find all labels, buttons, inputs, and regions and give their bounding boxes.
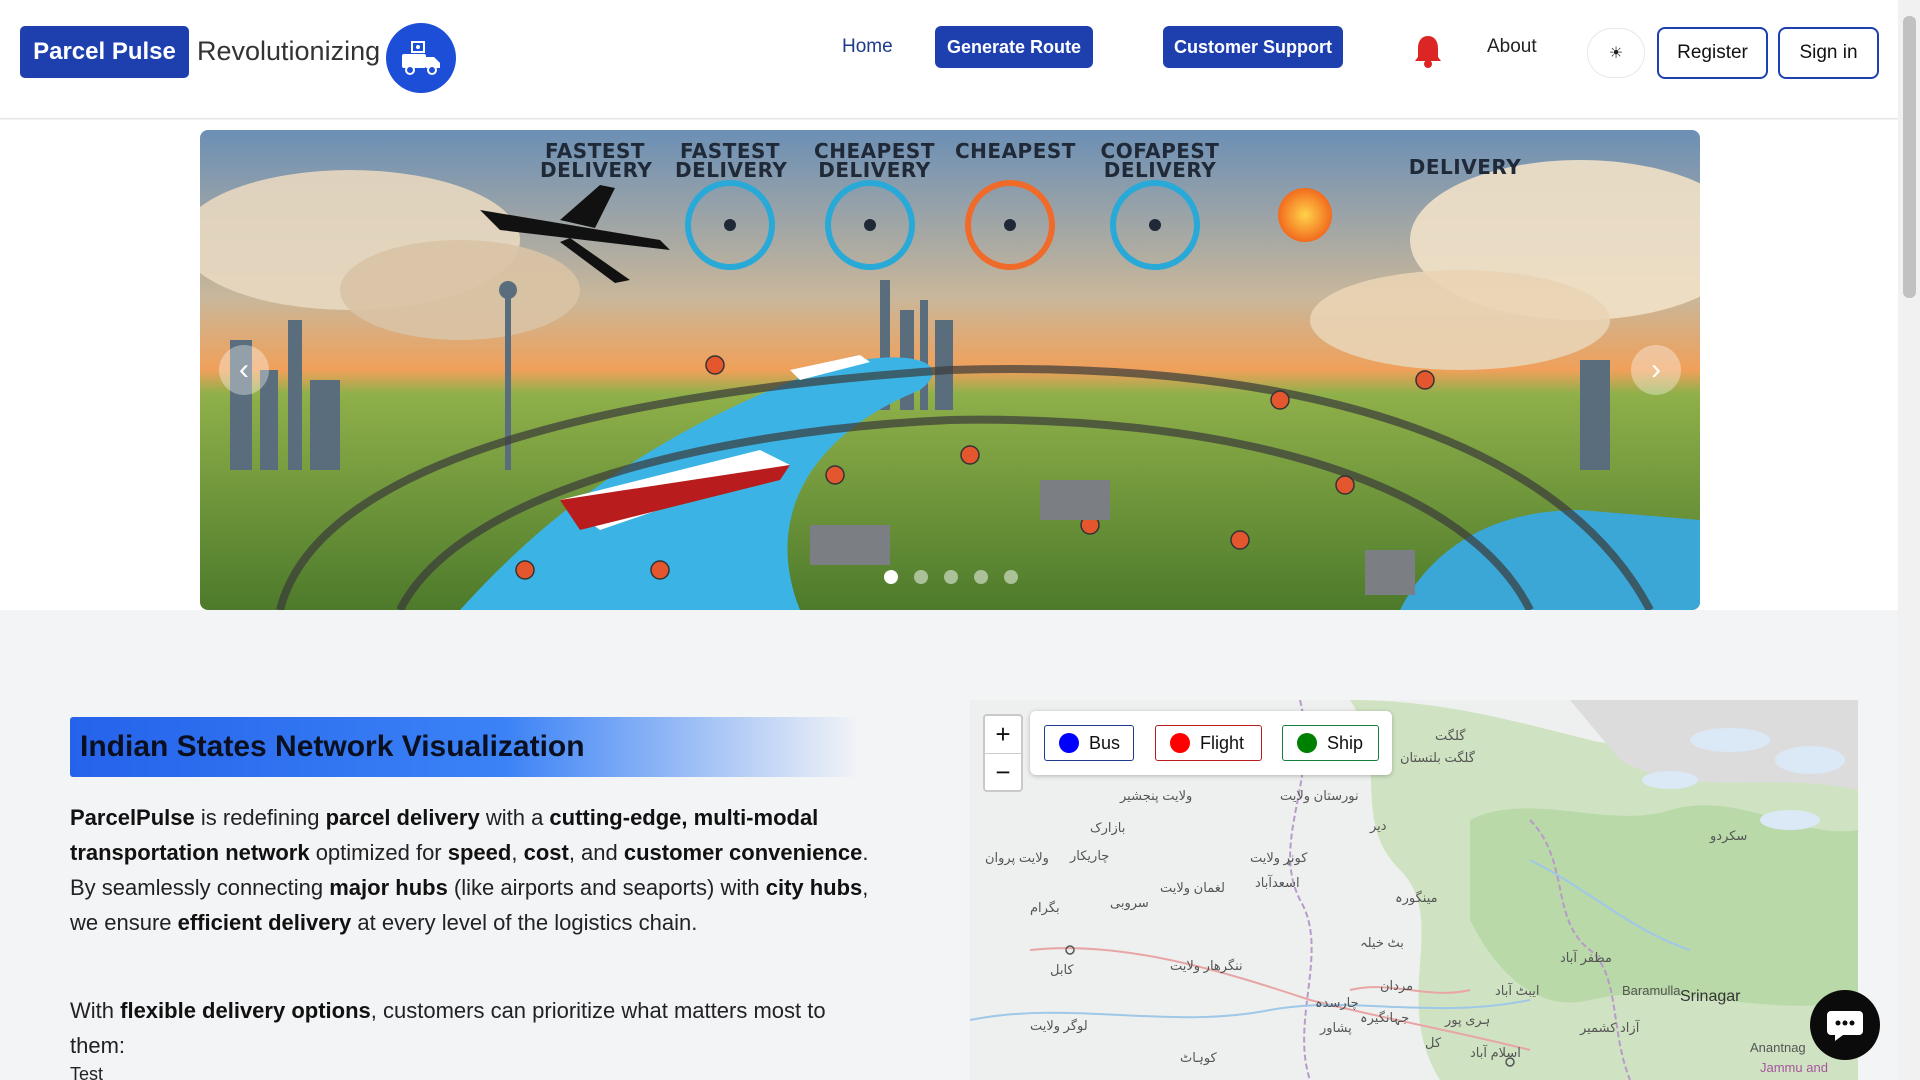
zoom-out-button[interactable]: −: [985, 753, 1021, 790]
map-place-label: مردان: [1380, 978, 1414, 993]
map-place-label: اسعدآباد: [1255, 875, 1300, 890]
text: optimized for: [309, 840, 448, 865]
hero-label: CHEAPEST: [955, 139, 1076, 163]
text: ,: [511, 840, 524, 865]
text: major hubs: [329, 875, 448, 900]
carousel-indicator-4[interactable]: [974, 570, 988, 584]
carousel-indicator-3[interactable]: [944, 570, 958, 584]
map-place-label: مینگورہ: [1395, 890, 1438, 905]
legend-ship-button[interactable]: Ship: [1282, 725, 1379, 761]
nav-about-link[interactable]: About: [1487, 36, 1537, 58]
map-place-label: بٹ خیلہ: [1360, 935, 1404, 950]
map-place-label: کل: [1425, 1035, 1442, 1050]
test-text: Test: [70, 1064, 104, 1080]
sign-in-button[interactable]: Sign in: [1778, 27, 1879, 79]
hero-label: COFAPEST DELIVERY: [1100, 139, 1220, 182]
text: efficient delivery: [177, 910, 352, 935]
map-place-label: ایبٹ آباد: [1495, 983, 1540, 998]
map-place-label: گلگت: [1435, 728, 1466, 743]
section-title: Indian States Network Visualization: [70, 717, 860, 777]
text: at every level of the logistics chain.: [351, 910, 698, 935]
legend-label: Ship: [1327, 732, 1364, 753]
delivery-truck-icon: [386, 23, 456, 93]
text: cost: [523, 840, 569, 865]
text: flexible delivery options: [120, 998, 371, 1023]
text: is redefining: [194, 805, 326, 830]
map-place-label: Jammu and: [1760, 1060, 1828, 1075]
options-paragraph: With flexible delivery options, customer…: [70, 993, 870, 1063]
scrollbar-thumb[interactable]: [1903, 16, 1916, 298]
text: (like airports and seaports) with: [447, 875, 766, 900]
register-button[interactable]: Register: [1657, 27, 1768, 79]
map-place-label: آزاد کشمیر: [1580, 1020, 1640, 1035]
hero-carousel-image: [200, 130, 1700, 610]
hero-label: FASTEST DELIVERY: [540, 139, 653, 182]
map-place-label: کونړ ولایت: [1250, 850, 1308, 865]
text: ParcelPulse: [70, 805, 195, 830]
notification-bell-icon[interactable]: [1413, 33, 1443, 74]
map-place-label: کوہاٹ: [1180, 1050, 1217, 1065]
chat-icon[interactable]: [1810, 990, 1880, 1060]
carousel-next-button[interactable]: ›: [1631, 345, 1681, 395]
map-place-label: چاریکار: [1070, 848, 1110, 863]
carousel-indicator-1[interactable]: [884, 570, 898, 584]
legend-flight-button[interactable]: Flight: [1155, 725, 1262, 761]
hero-label: CHEAPEST DELIVERY: [814, 139, 935, 182]
map-zoom-control: + −: [983, 714, 1023, 792]
map-place-label: گلگت بلتستان: [1400, 750, 1475, 765]
text: With: [70, 998, 121, 1023]
text: with a: [479, 805, 550, 830]
text: speed: [447, 840, 512, 865]
map-place-label: Anantnag: [1750, 1040, 1806, 1055]
legend-label: Bus: [1089, 732, 1121, 753]
zoom-in-button[interactable]: +: [985, 716, 1021, 753]
bus-color-dot: [1059, 733, 1079, 753]
text: city hubs: [765, 875, 863, 900]
map-place-label: چارسدہ: [1315, 995, 1359, 1010]
map-place-label: ولایت پروان: [985, 850, 1049, 865]
map-place-label: بازارک: [1090, 820, 1126, 835]
map-place-label: مظفر آباد: [1560, 950, 1612, 965]
customer-support-button[interactable]: Customer Support: [1163, 26, 1343, 68]
map-place-label: لغمان ولایت: [1160, 880, 1225, 895]
generate-route-button[interactable]: Generate Route: [935, 26, 1093, 68]
text: customer convenience: [623, 840, 863, 865]
legend-bus-button[interactable]: Bus: [1044, 725, 1134, 761]
flight-color-dot: [1170, 733, 1190, 753]
map-place-label: اسلام آباد: [1470, 1045, 1521, 1060]
carousel-prev-button[interactable]: ‹: [219, 345, 269, 395]
theme-toggle-icon[interactable]: ☀: [1587, 28, 1645, 78]
map-place-label: پشاور: [1320, 1020, 1352, 1035]
hero-label: FASTEST DELIVERY: [675, 139, 788, 182]
map-place-label: ہری پور: [1445, 1012, 1491, 1027]
map-place-label: بگرام: [1030, 900, 1060, 915]
transport-legend: Bus Flight Ship: [1030, 711, 1392, 775]
map-place-label: ولایت پنجشیر: [1120, 788, 1193, 803]
map-place-label: Baramulla: [1622, 983, 1681, 998]
carousel-indicator-5[interactable]: [1004, 570, 1018, 584]
map-place-label: ننگرهار ولایت: [1170, 958, 1243, 973]
text: parcel delivery: [325, 805, 480, 830]
map-place-label: سروبی: [1110, 895, 1149, 910]
legend-label: Flight: [1200, 732, 1245, 753]
map-place-label: دیر: [1370, 818, 1387, 833]
map-place-label: لوگر ولایت: [1030, 1018, 1088, 1033]
intro-paragraph: ParcelPulse is redefining parcel deliver…: [70, 800, 870, 940]
brand-logo-text[interactable]: Parcel Pulse: [20, 26, 189, 78]
top-navbar: Parcel Pulse Revolutionizing Home Genera…: [0, 0, 1898, 119]
hero-label: DELIVERY: [1408, 155, 1522, 179]
map-place-label: جہانگیرہ: [1360, 1010, 1410, 1025]
map-place-label: کابل: [1050, 962, 1074, 977]
text: , and: [568, 840, 624, 865]
map-place-label: سکردو: [1710, 828, 1748, 843]
brand-tagline: Revolutionizing: [197, 36, 381, 66]
ship-color-dot: [1297, 733, 1317, 753]
map-place-label: Srinagar: [1680, 988, 1741, 1005]
carousel-indicator-2[interactable]: [914, 570, 928, 584]
nav-home-link[interactable]: Home: [842, 36, 893, 58]
map-place-label: نورستان ولایت: [1280, 788, 1359, 803]
